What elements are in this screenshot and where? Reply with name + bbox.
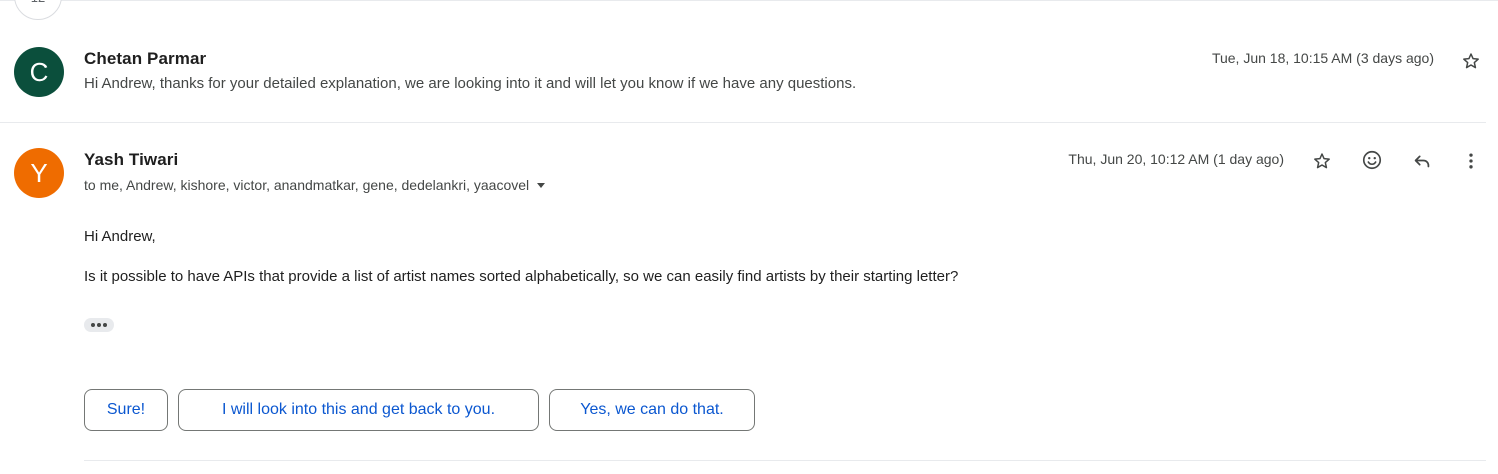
smart-reply-button-can-do[interactable]: Yes, we can do that. — [549, 389, 755, 431]
message-greeting: Hi Andrew, — [84, 228, 156, 245]
bottom-divider — [84, 460, 1486, 461]
ellipsis-dot — [103, 323, 107, 327]
ellipsis-icon[interactable] — [84, 318, 114, 332]
email-thread-view: 12 C Chetan Parmar Hi Andrew, thanks for… — [0, 0, 1498, 474]
avatar[interactable]: C — [14, 47, 64, 97]
recipients-line: to me, Andrew, kishore, victor, anandmat… — [84, 177, 546, 193]
collapsed-messages-count[interactable]: 12 — [14, 0, 62, 20]
caret-down-icon[interactable] — [537, 182, 546, 188]
avatar[interactable]: Y — [14, 148, 64, 198]
star-icon[interactable] — [1310, 149, 1334, 173]
smart-reply-button-sure[interactable]: Sure! — [84, 389, 168, 431]
collapsed-count-label: 12 — [31, 0, 45, 5]
top-divider — [0, 0, 1498, 1]
recipients-text: to me, Andrew, kishore, victor, anandmat… — [84, 177, 530, 193]
message-snippet: Hi Andrew, thanks for your detailed expl… — [84, 75, 857, 92]
emoji-reaction-icon[interactable] — [1360, 148, 1384, 172]
avatar-letter: C — [29, 56, 49, 87]
message-timestamp[interactable]: Tue, Jun 18, 10:15 AM (3 days ago) — [1212, 50, 1434, 66]
message-paragraph: Is it possible to have APIs that provide… — [84, 268, 959, 285]
smart-reply-button-look-into[interactable]: I will look into this and get back to yo… — [178, 389, 539, 431]
sender-name[interactable]: Chetan Parmar — [84, 49, 206, 69]
reply-icon[interactable] — [1410, 149, 1434, 173]
avatar-letter: Y — [30, 157, 48, 188]
ellipsis-dot — [91, 323, 95, 327]
message-divider — [0, 122, 1486, 123]
ellipsis-dot — [97, 323, 101, 327]
message-timestamp[interactable]: Thu, Jun 20, 10:12 AM (1 day ago) — [1068, 151, 1284, 167]
star-icon[interactable] — [1459, 49, 1483, 73]
sender-name[interactable]: Yash Tiwari — [84, 150, 178, 170]
more-vert-icon[interactable] — [1459, 149, 1483, 173]
